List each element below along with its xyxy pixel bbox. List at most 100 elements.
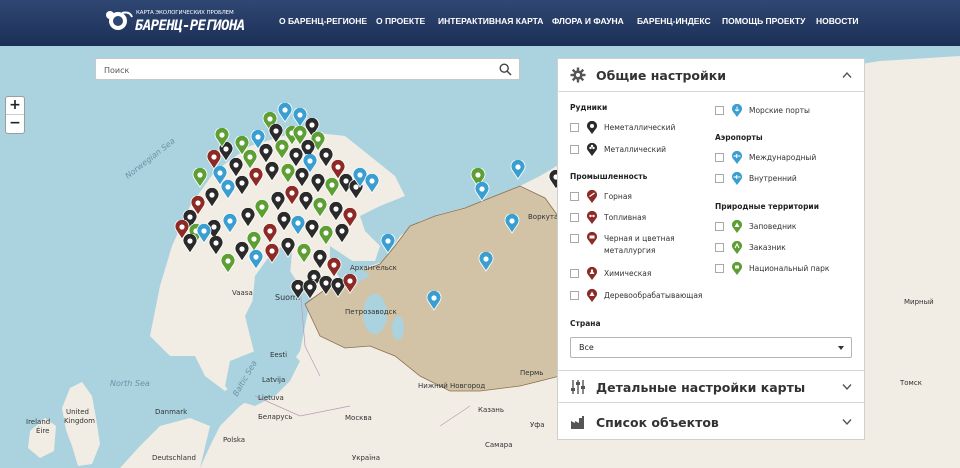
filter-chemical[interactable]: Химическая — [570, 267, 710, 280]
detail-settings-header[interactable]: Детальные настройки карты — [558, 370, 864, 403]
map-marker[interactable] — [474, 182, 490, 202]
nav-help-project[interactable]: ПОМОЩЬ ПРОЕКТУ — [722, 16, 805, 30]
filter-label: Неметаллический — [604, 123, 676, 132]
label-ufa: Уфа — [530, 421, 545, 429]
nav-flora-fauna[interactable]: ФЛОРА И ФАУНА — [552, 16, 624, 30]
checkbox[interactable] — [570, 269, 579, 278]
label-vaasa: Vaasa — [232, 289, 253, 297]
map-marker[interactable] — [277, 103, 293, 123]
checkbox[interactable] — [570, 234, 579, 243]
checkbox[interactable] — [570, 291, 579, 300]
map-marker[interactable] — [196, 224, 212, 244]
filter-metallic-mine[interactable]: Металлический — [570, 143, 710, 156]
map-marker[interactable] — [380, 234, 396, 254]
general-settings-header[interactable]: Общие настройки — [558, 59, 864, 92]
filter-label: Международный — [749, 153, 817, 162]
label-north-sea: North Sea — [110, 379, 150, 388]
map-marker[interactable] — [504, 214, 520, 234]
map-marker[interactable] — [254, 200, 270, 220]
map-marker[interactable] — [204, 188, 220, 208]
label-latvia: Latvija — [262, 376, 286, 384]
checkbox[interactable] — [715, 243, 724, 252]
map-marker[interactable] — [174, 220, 190, 240]
filter-international-airport[interactable]: Международный — [715, 151, 855, 164]
nav-about-project[interactable]: О ПРОЕКТЕ — [376, 16, 425, 30]
zoom-in-button[interactable]: + — [6, 97, 24, 115]
zoom-out-button[interactable]: − — [6, 115, 24, 133]
map-marker[interactable] — [264, 162, 280, 182]
map-marker[interactable] — [248, 168, 264, 188]
map-marker[interactable] — [234, 176, 250, 196]
checkbox[interactable] — [570, 145, 579, 154]
map-marker[interactable] — [292, 126, 308, 146]
logo-title: БАРЕНЦ-РЕГИОНА — [135, 18, 245, 34]
nav-interactive-map[interactable]: ИНТЕРАКТИВНАЯ КАРТА — [438, 16, 543, 30]
map-marker[interactable] — [304, 220, 320, 240]
checkbox[interactable] — [715, 174, 724, 183]
map-marker[interactable] — [290, 216, 306, 236]
map-marker[interactable] — [324, 178, 340, 198]
filter-fuel-industry[interactable]: Топливная — [570, 211, 710, 224]
map-marker[interactable] — [280, 164, 296, 184]
map-marker[interactable] — [264, 244, 280, 264]
map-marker[interactable] — [242, 150, 258, 170]
map-marker[interactable] — [510, 160, 526, 180]
country-select[interactable]: Все — [570, 337, 852, 358]
map-marker[interactable] — [334, 224, 350, 244]
filter-sea-ports[interactable]: Морские порты — [715, 104, 855, 117]
map-marker[interactable] — [478, 252, 494, 272]
map-marker[interactable] — [294, 168, 310, 188]
map-marker[interactable] — [192, 168, 208, 188]
filter-mining-industry[interactable]: Горная — [570, 190, 710, 203]
sliders-icon — [571, 380, 585, 394]
section-nature-title: Природные территории — [715, 202, 819, 211]
map-marker[interactable] — [222, 214, 238, 234]
checkbox[interactable] — [715, 264, 724, 273]
map-marker[interactable] — [312, 198, 328, 218]
filter-nonmetallic-mine[interactable]: Неметаллический — [570, 121, 710, 134]
nav-news[interactable]: НОВОСТИ — [816, 16, 859, 30]
nav-about-region[interactable]: О БАРЕНЦ-РЕГИОНЕ — [279, 16, 367, 30]
search-icon[interactable] — [499, 63, 512, 76]
map-marker[interactable] — [276, 212, 292, 232]
map-marker[interactable] — [318, 226, 334, 246]
checkbox[interactable] — [715, 153, 724, 162]
search-input[interactable] — [104, 63, 484, 77]
filter-label: Металлический — [604, 145, 666, 154]
site-logo[interactable]: КАРТА ЭКОЛОГИЧЕСКИХ ПРОБЛЕМ БАРЕНЦ-РЕГИО… — [104, 5, 245, 39]
filter-metallurgy[interactable]: Черная и цветная металлургия — [570, 232, 710, 257]
map-marker[interactable] — [296, 244, 312, 264]
map-marker[interactable] — [280, 238, 296, 258]
map-marker[interactable] — [342, 274, 358, 294]
map-marker[interactable] — [248, 250, 264, 270]
map-marker[interactable] — [262, 224, 278, 244]
map-marker[interactable] — [326, 258, 342, 278]
map-marker[interactable] — [220, 254, 236, 274]
filter-nature-reserve[interactable]: Заповедник — [715, 220, 855, 233]
filter-label: Национальный парк — [749, 264, 830, 273]
filter-national-park[interactable]: Национальный парк — [715, 262, 855, 275]
nav-barents-index[interactable]: БАРЕНЦ-ИНДЕКС — [637, 16, 711, 30]
map-marker[interactable] — [258, 144, 274, 164]
label-eesti: Eesti — [270, 351, 288, 359]
filter-domestic-airport[interactable]: Внутренний — [715, 172, 855, 185]
checkbox[interactable] — [570, 213, 579, 222]
section-industry-title: Промышленность — [570, 172, 648, 181]
checkbox[interactable] — [570, 123, 579, 132]
chevron-down-icon — [842, 384, 852, 391]
label-kazan: Казань — [478, 406, 504, 414]
object-list-header[interactable]: Список объектов — [558, 406, 864, 439]
map-marker[interactable] — [302, 280, 318, 300]
map-marker[interactable] — [214, 128, 230, 148]
map-marker[interactable] — [310, 174, 326, 194]
chevron-down-icon — [842, 419, 852, 426]
filter-woodworking[interactable]: Деревообрабатывающая — [570, 289, 730, 302]
map-marker[interactable] — [426, 291, 442, 311]
checkbox[interactable] — [570, 192, 579, 201]
nonmetallic-mine-icon — [587, 121, 597, 134]
map-marker[interactable] — [220, 180, 236, 200]
checkbox[interactable] — [715, 106, 724, 115]
map-marker[interactable] — [364, 174, 380, 194]
filter-sanctuary[interactable]: Заказник — [715, 241, 855, 254]
checkbox[interactable] — [715, 222, 724, 231]
